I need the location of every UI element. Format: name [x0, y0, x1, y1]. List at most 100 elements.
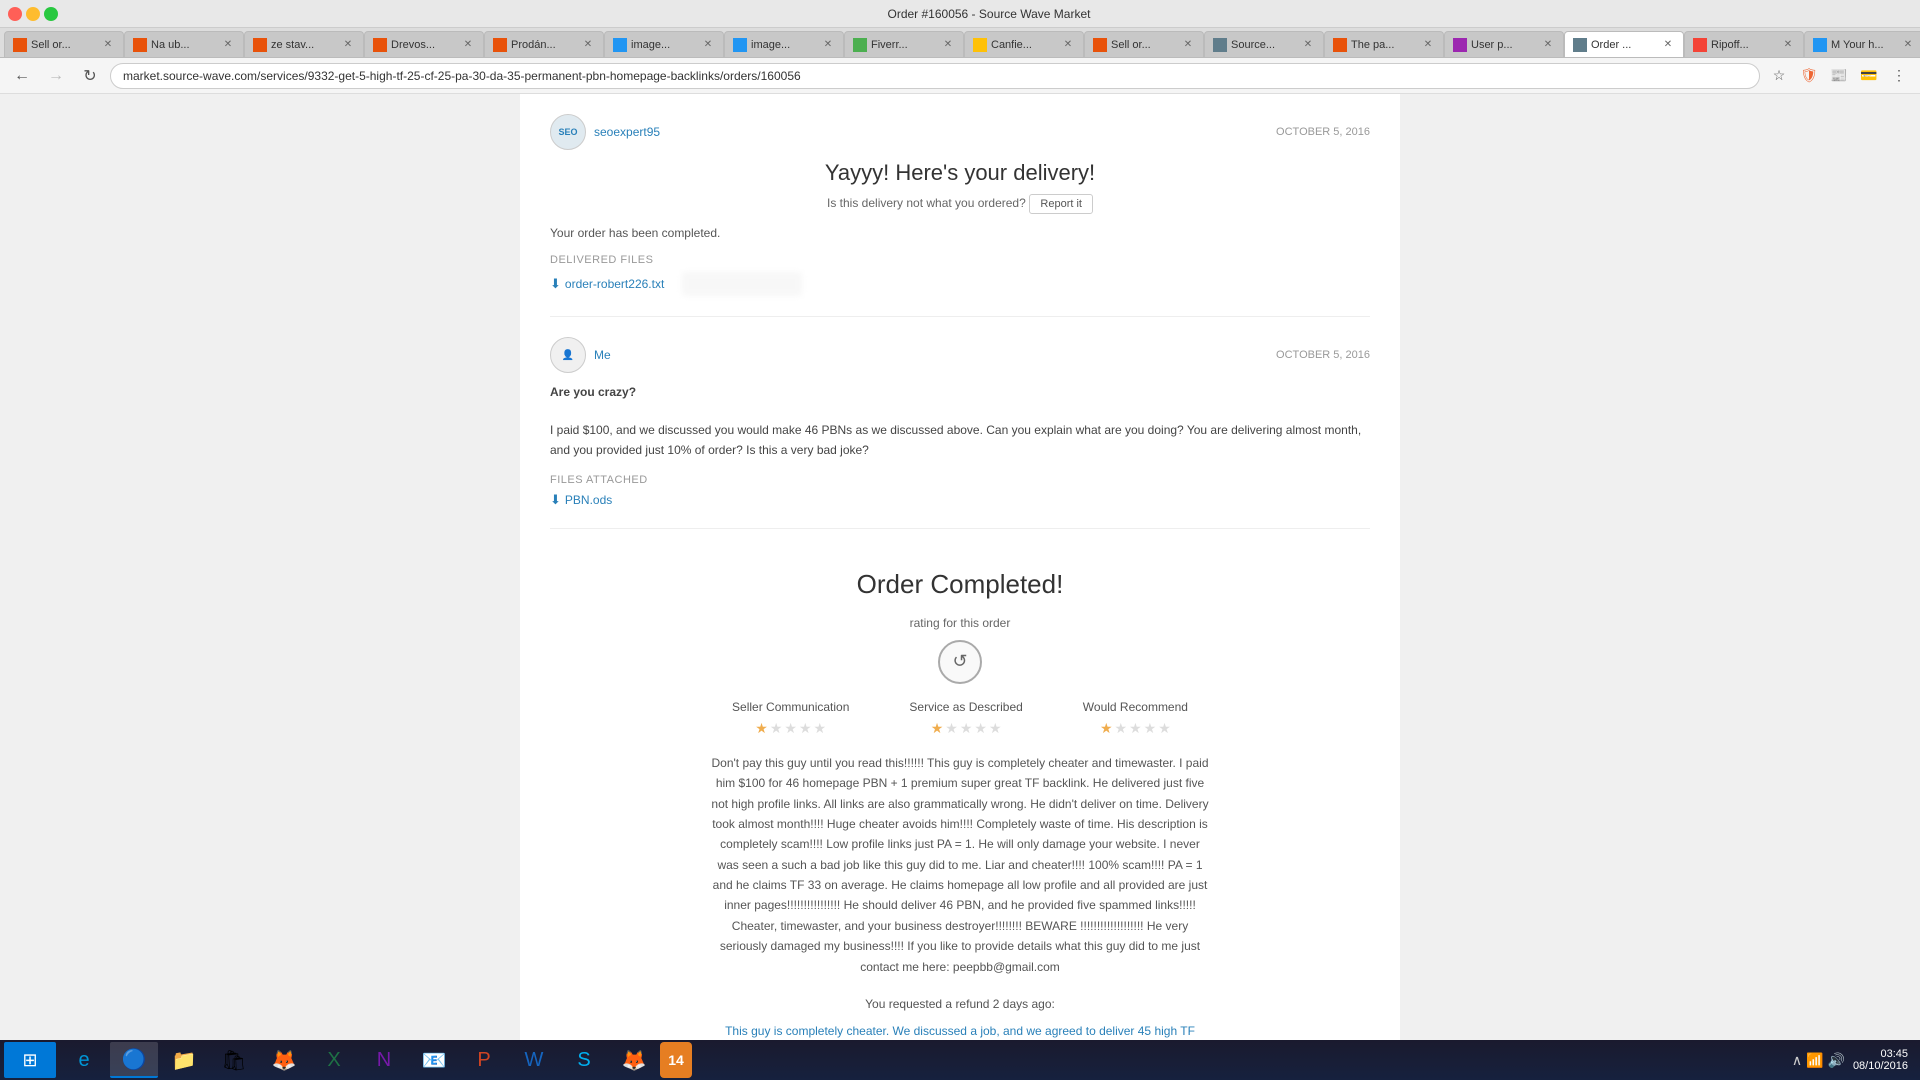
bookmark-button[interactable]: ☆: [1766, 63, 1792, 89]
start-button[interactable]: ⊞: [4, 1042, 56, 1078]
tab-fiverr[interactable]: Fiverr... ✕: [844, 31, 964, 57]
tab-user[interactable]: User p... ✕: [1444, 31, 1564, 57]
tab-close[interactable]: ✕: [341, 38, 355, 52]
me-avatar: 👤: [550, 337, 586, 373]
me-date: OCTOBER 5, 2016: [1276, 349, 1370, 361]
tab-source[interactable]: Source... ✕: [1204, 31, 1324, 57]
tab-close[interactable]: ✕: [1781, 38, 1795, 52]
tray-volume[interactable]: 🔊: [1828, 1052, 1845, 1069]
tab-ripoff1[interactable]: Ripoff... ✕: [1684, 31, 1804, 57]
files-attached-area: FILES ATTACHED ⬇ PBN.ods: [550, 474, 1370, 508]
taskbar-outlook[interactable]: 📧: [410, 1042, 458, 1078]
taskbar-14[interactable]: 14: [660, 1042, 692, 1078]
taskbar-skype[interactable]: S: [560, 1042, 608, 1078]
tab-sell1[interactable]: Sell or... ✕: [4, 31, 124, 57]
wallet-button[interactable]: 💳: [1856, 63, 1882, 89]
back-button[interactable]: ←: [8, 62, 36, 90]
adblock-button[interactable]: 🛡: [1796, 63, 1822, 89]
tab-close[interactable]: ✕: [941, 38, 955, 52]
tab-close[interactable]: ✕: [1421, 38, 1435, 52]
refund-text: This guy is completely cheater. We discu…: [710, 1021, 1210, 1040]
maximize-button[interactable]: +: [44, 7, 58, 21]
pbn-file-link[interactable]: ⬇ PBN.ods: [550, 492, 1370, 508]
tab-drevo[interactable]: Drevos... ✕: [364, 31, 484, 57]
settings-button[interactable]: ⋮: [1886, 63, 1912, 89]
tab-close[interactable]: ✕: [101, 38, 115, 52]
order-completed-title: Order Completed!: [550, 569, 1370, 600]
refresh-button[interactable]: ↻: [76, 62, 104, 90]
tab-sell2[interactable]: Sell or... ✕: [1084, 31, 1204, 57]
star-3: ★: [1129, 720, 1142, 737]
blurred-file-area: [682, 272, 802, 296]
tab-thepa[interactable]: The pa... ✕: [1324, 31, 1444, 57]
order-completed-text: Your order has been completed.: [550, 226, 1370, 240]
tab-ze[interactable]: ze stav... ✕: [244, 31, 364, 57]
skype-icon: S: [577, 1049, 590, 1072]
rating-circle[interactable]: ↺: [938, 640, 982, 684]
page-area: SEO seoexpert95 OCTOBER 5, 2016 Yayyy! H…: [0, 94, 1920, 1040]
close-button[interactable]: ✕: [8, 7, 22, 21]
tab-favicon: [373, 38, 387, 52]
tab-close[interactable]: ✕: [581, 38, 595, 52]
tab-favicon: [613, 38, 627, 52]
report-button[interactable]: Report it: [1029, 194, 1093, 214]
taskbar-firefox[interactable]: 🦊: [260, 1042, 308, 1078]
tray-network[interactable]: 📶: [1806, 1052, 1823, 1069]
tab-close[interactable]: ✕: [1301, 38, 1315, 52]
tab-img2[interactable]: image... ✕: [724, 31, 844, 57]
tab-canfie[interactable]: Canfie... ✕: [964, 31, 1084, 57]
taskbar-firefox2[interactable]: 🦊: [610, 1042, 658, 1078]
tab-prodan[interactable]: Prodán... ✕: [484, 31, 604, 57]
tab-favicon: [1333, 38, 1347, 52]
download-icon-2: ⬇: [550, 492, 561, 508]
tab-bar: Sell or... ✕ Na ub... ✕ ze stav... ✕ Dre…: [0, 28, 1920, 58]
star-3: ★: [784, 720, 797, 737]
tab-close[interactable]: ✕: [1541, 38, 1555, 52]
tab-label: Drevos...: [391, 39, 457, 51]
address-bar[interactable]: [110, 63, 1760, 89]
files-attached-label: FILES ATTACHED: [550, 474, 1370, 486]
tab-close[interactable]: ✕: [1181, 38, 1195, 52]
taskbar-powerpoint[interactable]: P: [460, 1042, 508, 1078]
tab-close[interactable]: ✕: [1661, 38, 1675, 52]
browser-window: ✕ − + Order #160056 - Source Wave Market…: [0, 0, 1920, 1040]
tray-date-display: 08/10/2016: [1853, 1060, 1908, 1072]
tab-close[interactable]: ✕: [821, 38, 835, 52]
star-4: ★: [974, 720, 987, 737]
star-5: ★: [989, 720, 1002, 737]
taskbar-excel[interactable]: X: [310, 1042, 358, 1078]
news-button[interactable]: 📰: [1826, 63, 1852, 89]
forward-button[interactable]: →: [42, 62, 70, 90]
tab-close[interactable]: ✕: [221, 38, 235, 52]
outlook-icon: 📧: [422, 1048, 447, 1073]
taskbar-ie[interactable]: e: [60, 1042, 108, 1078]
tab-close[interactable]: ✕: [461, 38, 475, 52]
tab-label: Ripoff...: [1711, 39, 1777, 51]
taskbar-files[interactable]: 📁: [160, 1042, 208, 1078]
crazy-line: Are you crazy?: [550, 385, 636, 399]
tab-label: image...: [631, 39, 697, 51]
star-5: ★: [814, 720, 827, 737]
taskbar-word[interactable]: W: [510, 1042, 558, 1078]
tab-close[interactable]: ✕: [1061, 38, 1075, 52]
tab-label: image...: [751, 39, 817, 51]
tab-close[interactable]: ✕: [1901, 38, 1915, 52]
tab-order-active[interactable]: Order ... ✕: [1564, 31, 1684, 57]
tab-label: Canfie...: [991, 39, 1057, 51]
tab-mail[interactable]: M Your h... ✕: [1804, 31, 1920, 57]
star-4: ★: [1144, 720, 1157, 737]
taskbar-onenote[interactable]: N: [360, 1042, 408, 1078]
tab-favicon: [1573, 38, 1587, 52]
order-file-link[interactable]: ⬇ order-robert226.txt: [550, 276, 664, 292]
tab-favicon: [1093, 38, 1107, 52]
minimize-button[interactable]: −: [26, 7, 40, 21]
tab-close[interactable]: ✕: [701, 38, 715, 52]
seller-username[interactable]: seoexpert95: [594, 125, 660, 139]
tray-up-arrow[interactable]: ∧: [1792, 1052, 1802, 1069]
tab-img1[interactable]: image... ✕: [604, 31, 724, 57]
taskbar-chrome[interactable]: 🔵: [110, 1042, 158, 1078]
taskbar-store[interactable]: 🛍: [210, 1042, 258, 1078]
star-1: ★: [1100, 720, 1113, 737]
tray-datetime[interactable]: 03:45 08/10/2016: [1853, 1048, 1908, 1072]
tab-naub[interactable]: Na ub... ✕: [124, 31, 244, 57]
